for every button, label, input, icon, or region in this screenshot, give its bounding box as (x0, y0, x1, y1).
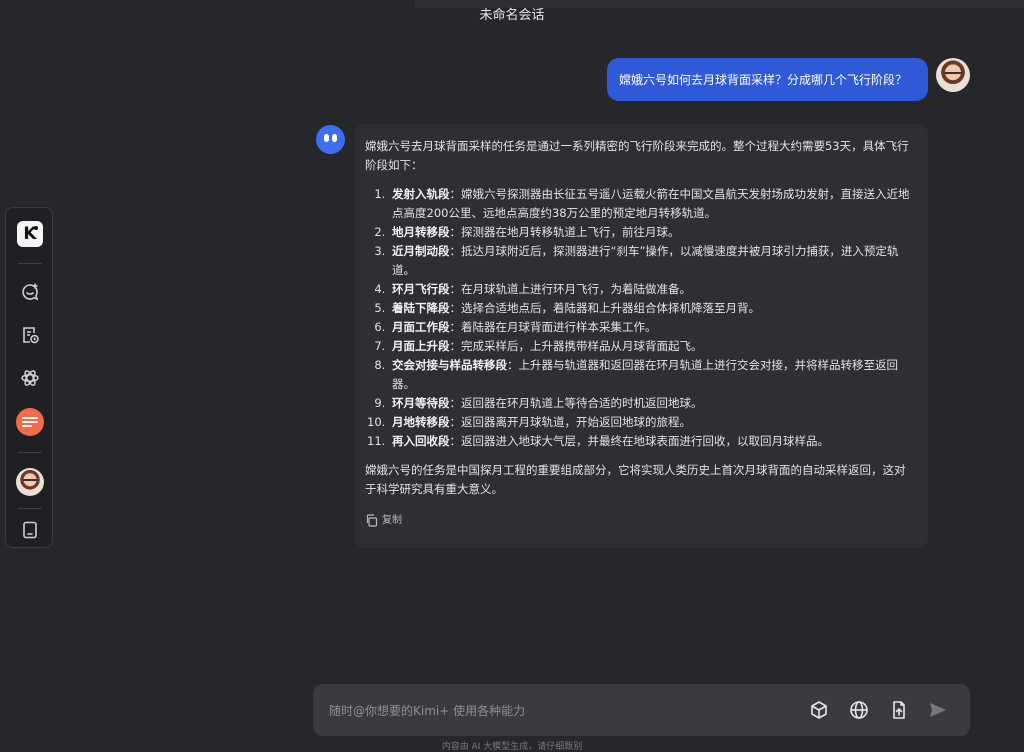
bot-intro: 嫦娥六号去月球背面采样的任务是通过一系列精密的飞行阶段来完成的。整个过程大约需要… (365, 139, 909, 172)
logo-icon: K (17, 221, 43, 247)
copy-button[interactable]: 复制 (365, 511, 916, 530)
send-button[interactable] (927, 699, 949, 721)
avatar (16, 468, 44, 496)
web-search-button[interactable] (848, 699, 870, 721)
orange-app-button[interactable] (6, 402, 54, 442)
sidebar-divider (18, 452, 42, 453)
list-item: 发射入轨段：嫦娥六号探测器由长征五号遥八运载火箭在中国文昌航天发射场成功发射，直… (389, 185, 916, 223)
user-avatar[interactable] (936, 58, 970, 92)
user-message-text: 嫦娥六号如何去月球背面采样？分成哪几个飞行阶段？ (619, 73, 908, 87)
list-item: 地月转移段：探测器在地月转移轨道上飞行，前往月球。 (389, 223, 916, 242)
list-item: 月面工作段：着陆器在月球背面进行样本采集工作。 (389, 318, 916, 337)
list-item: 月地转移段：返回器离开月球轨道，开始返回地球的旅程。 (389, 413, 916, 432)
send-icon (930, 703, 946, 717)
copy-label: 复制 (382, 515, 402, 526)
tablet-button[interactable] (6, 510, 54, 550)
sidebar: K (5, 207, 53, 548)
user-profile-button[interactable] (6, 462, 54, 502)
bot-conclusion: 嫦娥六号的任务是中国探月工程的重要组成部分，它将实现人类历史上首次月球背面的自动… (365, 463, 906, 496)
sidebar-divider (18, 508, 42, 509)
upload-file-button[interactable] (888, 699, 910, 721)
kimi-logo[interactable]: K (6, 214, 54, 254)
history-button[interactable] (6, 315, 54, 355)
new-chat-icon (22, 283, 39, 301)
message-input[interactable] (327, 700, 791, 722)
user-message: 嫦娥六号如何去月球背面采样？分成哪几个飞行阶段？ (607, 58, 928, 101)
composer (313, 684, 970, 736)
globe-icon (850, 701, 868, 719)
orange-app-icon (16, 408, 44, 436)
list-item: 交会对接与样品转移段：上升器与轨道器和返回器在环月轨道上进行交会对接，并将样品转… (389, 356, 916, 394)
bot-message: 嫦娥六号去月球背面采样的任务是通过一系列精密的飞行阶段来完成的。整个过程大约需要… (355, 124, 928, 548)
list-item: 月面上升段：完成采样后，上升器携带样品从月球背面起飞。 (389, 337, 916, 356)
list-item: 近月制动段：抵达月球附近后，探测器进行“刹车”操作，以减慢速度并被月球引力捕获，… (389, 242, 916, 280)
copy-icon (366, 514, 378, 527)
list-item: 着陆下降段：选择合适地点后，着陆器和上升器组合体择机降落至月背。 (389, 299, 916, 318)
list-item: 再入回收段：返回器进入地球大气层，并最终在地球表面进行回收，以取回月球样品。 (389, 432, 916, 451)
explore-button[interactable] (6, 358, 54, 398)
bot-avatar (316, 125, 345, 154)
footer-note: 内容由 AI 大模型生成，请仔细甄别 (441, 742, 583, 752)
flight-stages-list: 发射入轨段：嫦娥六号探测器由长征五号遥八运载火箭在中国文昌航天发射场成功发射，直… (365, 185, 916, 451)
history-icon (23, 327, 39, 344)
cube-icon (811, 701, 827, 719)
new-chat-button[interactable] (6, 272, 54, 312)
page-title: 未命名会话 (479, 8, 545, 23)
list-item: 环月等待段：返回器在环月轨道上等待合适的时机返回地球。 (389, 394, 916, 413)
sidebar-divider (18, 263, 42, 264)
list-item: 环月飞行段：在月球轨道上进行环月飞行，为着陆做准备。 (389, 280, 916, 299)
explore-icon (21, 370, 39, 386)
kimi-plus-button[interactable] (808, 699, 830, 721)
upload-file-icon (893, 701, 905, 719)
tablet-icon (23, 521, 37, 539)
